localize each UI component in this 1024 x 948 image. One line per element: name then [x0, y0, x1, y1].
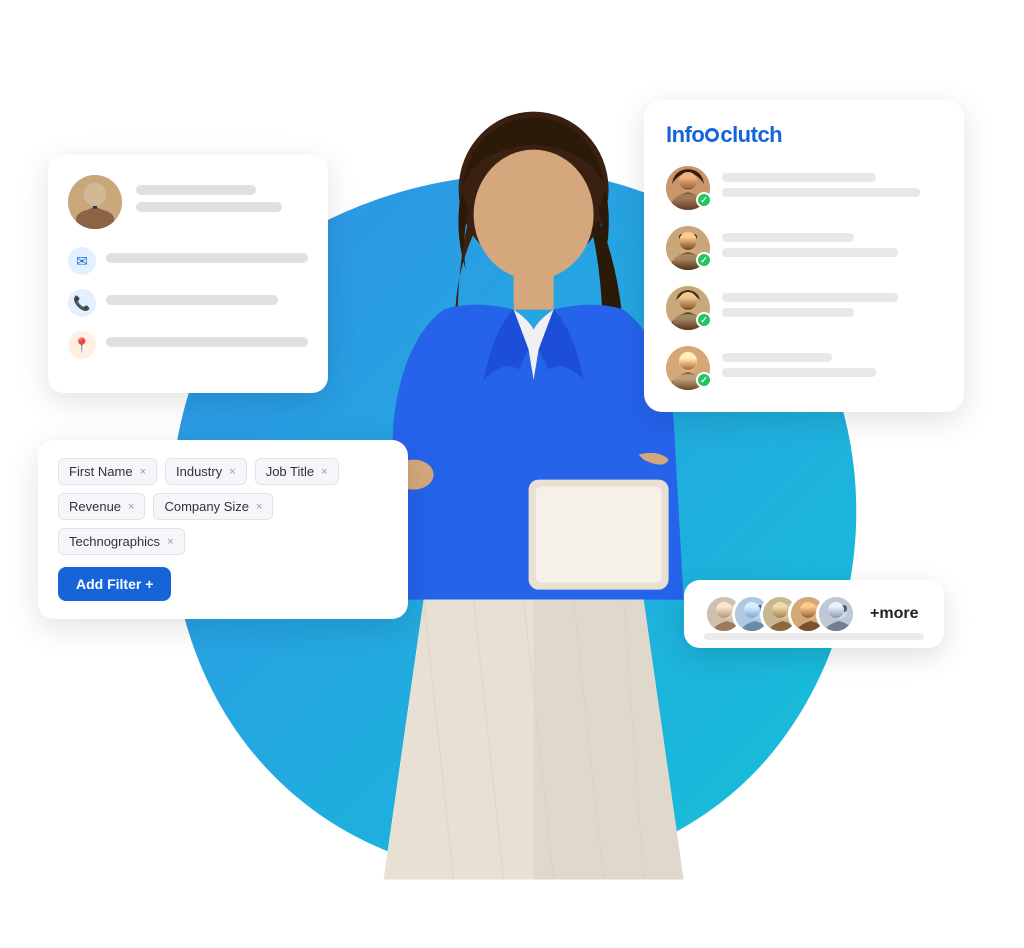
contact-info-1: [722, 173, 942, 203]
logo-o-circle: [705, 128, 719, 142]
location-icon: 📍: [68, 331, 96, 359]
location-line: [106, 337, 308, 347]
contact-info-4: [722, 353, 942, 383]
logo-info: Info: [666, 122, 704, 147]
contact-line-3b: [722, 308, 854, 317]
phone-icon: 📞: [68, 289, 96, 317]
tag-industry[interactable]: Industry ×: [165, 458, 247, 485]
avatar-stack: [704, 594, 856, 634]
contact-line-1a: [722, 173, 876, 182]
tag-close-revenue[interactable]: ×: [128, 501, 134, 513]
tag-close-job-title[interactable]: ×: [321, 466, 327, 478]
tag-job-title[interactable]: Job Title ×: [255, 458, 339, 485]
add-filter-label: Add Filter +: [76, 576, 153, 592]
more-card: +more: [684, 580, 944, 648]
location-row: 📍: [68, 331, 308, 359]
check-badge-2: ✓: [696, 252, 712, 268]
stack-avatar-5: [816, 594, 856, 634]
contact-line-3a: [722, 293, 898, 302]
filter-tags-container: First Name × Industry × Job Title × Reve…: [58, 458, 388, 555]
tag-technographics[interactable]: Technographics ×: [58, 528, 185, 555]
tag-label-revenue: Revenue: [69, 499, 121, 514]
tag-close-first-name[interactable]: ×: [140, 466, 146, 478]
tag-close-industry[interactable]: ×: [229, 466, 235, 478]
check-badge-4: ✓: [696, 372, 712, 388]
tag-first-name[interactable]: First Name ×: [58, 458, 157, 485]
check-badge-1: ✓: [696, 192, 712, 208]
add-filter-button[interactable]: Add Filter +: [58, 567, 171, 601]
more-card-line: [704, 633, 924, 640]
profile-header: [68, 175, 308, 229]
contact-item-4: ✓: [666, 346, 942, 390]
contact-info-2: [722, 233, 942, 263]
phone-line: [106, 295, 278, 305]
scene: ✉ 📞 📍 First Name × Industry: [0, 0, 1024, 948]
tag-label-industry: Industry: [176, 464, 222, 479]
logo-clutch: clutch: [720, 122, 782, 147]
infoclutch-logo: Info clutch: [666, 122, 942, 148]
contact-info-3: [722, 293, 942, 323]
email-icon: ✉: [68, 247, 96, 275]
contact-line-4b: [722, 368, 876, 377]
email-row: ✉: [68, 247, 308, 275]
tag-label-technographics: Technographics: [69, 534, 160, 549]
check-badge-3: ✓: [696, 312, 712, 328]
contact-item-2: ✓: [666, 226, 942, 270]
phone-row: 📞: [68, 289, 308, 317]
filter-card: First Name × Industry × Job Title × Reve…: [38, 440, 408, 619]
email-line: [106, 253, 308, 263]
name-line-2: [136, 202, 282, 212]
contact-item-3: ✓: [666, 286, 942, 330]
name-line-1: [136, 185, 256, 195]
profile-name-lines: [136, 185, 308, 219]
tag-close-technographics[interactable]: ×: [167, 536, 173, 548]
tag-label-first-name: First Name: [69, 464, 133, 479]
infoclutch-panel: Info clutch ✓: [644, 100, 964, 412]
contact-line-2a: [722, 233, 854, 242]
tag-company-size[interactable]: Company Size ×: [153, 493, 273, 520]
contact-line-1b: [722, 188, 920, 197]
contact-item-1: ✓: [666, 166, 942, 210]
tag-label-job-title: Job Title: [266, 464, 314, 479]
tag-revenue[interactable]: Revenue ×: [58, 493, 145, 520]
profile-card: ✉ 📞 📍: [48, 155, 328, 393]
tag-close-company-size[interactable]: ×: [256, 501, 262, 513]
tag-label-company-size: Company Size: [164, 499, 249, 514]
contact-line-2b: [722, 248, 898, 257]
contact-line-4a: [722, 353, 832, 362]
profile-avatar: [68, 175, 122, 229]
more-label: +more: [870, 605, 918, 623]
